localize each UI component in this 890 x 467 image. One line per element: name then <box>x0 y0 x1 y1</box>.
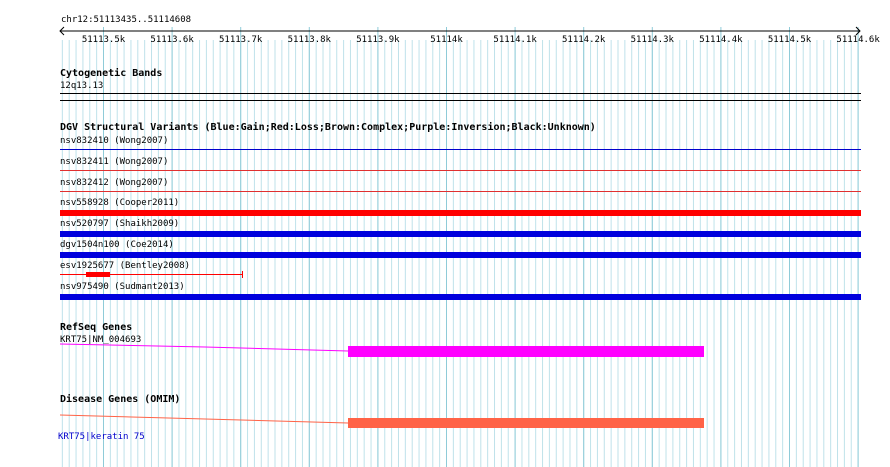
dgv-feature-label[interactable]: dgv1504n100 (Coe2014) <box>60 240 174 251</box>
ruler-tick-label: 51114.5k <box>767 35 812 45</box>
cytoband-label: 12q13.13 <box>60 81 104 91</box>
location-label: chr12:51113435..51114608 <box>61 15 192 25</box>
refseq-intron-line[interactable] <box>60 340 350 354</box>
ruler-tick-label: 51114k <box>430 35 463 45</box>
dgv-feature-bar[interactable] <box>86 272 110 277</box>
dgv-feature-bar[interactable] <box>60 149 861 150</box>
ruler-tick-label: 51114.4k <box>699 35 743 45</box>
dgv-feature-bar[interactable] <box>60 170 861 171</box>
ruler-tick-label: 51113.6k <box>150 35 194 45</box>
dgv-feature-label[interactable]: nsv520797 (Shaikh2009) <box>60 219 179 230</box>
dgv-feature-label[interactable]: nsv558928 (Cooper2011) <box>60 198 179 209</box>
dgv-feature-bar[interactable] <box>60 210 861 216</box>
dgv-feature-label[interactable]: nsv832410 (Wong2007) <box>60 136 168 147</box>
track-title-omim: Disease Genes (OMIM) <box>60 394 181 405</box>
ruler-tick-label: 51114.2k <box>562 35 606 45</box>
ruler-tick-label: 51114.3k <box>630 35 674 45</box>
ruler-tick-label: 51113.5k <box>81 35 126 45</box>
ruler-tick-label: 51114.1k <box>493 35 537 45</box>
track-title-dgv: DGV Structural Variants (Blue:Gain;Red:L… <box>60 122 596 133</box>
dgv-feature-bar[interactable] <box>60 231 861 237</box>
dgv-feature-end-cap <box>242 271 243 278</box>
ruler-tick-label: 51113.7k <box>219 35 263 45</box>
track-title-refseq: RefSeq Genes <box>60 322 133 333</box>
omim-exon-bar[interactable] <box>348 418 704 428</box>
dgv-feature-bar[interactable] <box>60 252 861 258</box>
ruler-tick-label: 51113.8k <box>287 35 331 45</box>
omim-gene-link[interactable]: KRT75|keratin 75 <box>58 432 145 443</box>
cytoband-line-bottom[interactable] <box>60 100 861 101</box>
cytoband-line-top[interactable] <box>60 93 861 94</box>
dgv-feature-label[interactable]: nsv832411 (Wong2007) <box>60 157 168 168</box>
track-title-cytobands: Cytogenetic Bands <box>60 68 163 79</box>
ruler-tick-label: 51113.9k <box>356 35 400 45</box>
dgv-feature-bar[interactable] <box>60 294 861 300</box>
ruler-tick-label: 51114.6k <box>836 35 880 45</box>
omim-intron-line[interactable] <box>60 412 350 426</box>
refseq-exon-bar[interactable] <box>348 346 704 357</box>
dgv-feature-label[interactable]: nsv975490 (Sudmant2013) <box>60 282 185 293</box>
dgv-feature-bar[interactable] <box>60 191 861 192</box>
dgv-feature-label[interactable]: esv1925677 (Bentley2008) <box>60 261 190 272</box>
dgv-feature-label[interactable]: nsv832412 (Wong2007) <box>60 178 168 189</box>
